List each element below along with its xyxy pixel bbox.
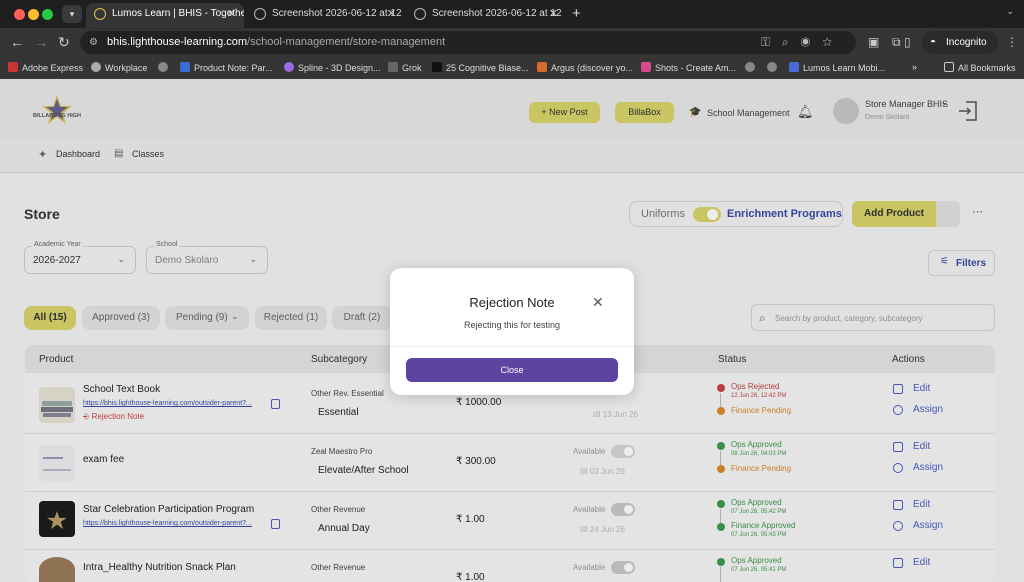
puzzle-icon[interactable]: ⧉ — [892, 35, 901, 50]
all-bookmarks[interactable]: All Bookmarks — [944, 62, 1016, 73]
rejection-message: Rejecting this for testing — [463, 320, 561, 330]
tab-close-icon[interactable]: ✕ — [549, 3, 558, 25]
rejection-note-modal: Rejection Note ✕ Rejecting this for test… — [390, 268, 634, 395]
globe-icon — [254, 8, 266, 20]
url-path: /school-management/store-management — [247, 36, 446, 48]
bookmark-item[interactable]: Product Note: Par... — [180, 62, 273, 73]
incognito-label: Incognito — [946, 37, 987, 48]
bookmark-item[interactable]: Adobe Express — [8, 62, 83, 73]
globe-icon[interactable] — [745, 62, 759, 73]
url-host: bhis.lighthouse-learning.com — [107, 36, 248, 48]
close-icon[interactable]: ✕ — [592, 294, 604, 311]
window-minimize-button[interactable] — [28, 9, 39, 20]
incognito-indicator[interactable]: ◓ Incognito — [922, 31, 998, 54]
bookmark-item[interactable]: Spline - 3D Design... — [284, 62, 381, 73]
forward-button[interactable]: → — [34, 34, 48, 50]
bookmark-item[interactable]: Grok — [388, 62, 422, 73]
chevron-down-icon[interactable]: ⌄ — [1006, 6, 1014, 17]
site-info-icon[interactable]: ⚙ — [89, 31, 98, 54]
tab-search-button[interactable]: ▾ — [62, 5, 82, 23]
tab-close-icon[interactable]: ✕ — [227, 3, 236, 25]
modal-divider — [390, 346, 634, 347]
bookmark-item[interactable]: 25 Cognitive Biase... — [432, 62, 529, 73]
globe-icon[interactable] — [767, 62, 781, 73]
bookmark-item[interactable]: Lumos Learn Mobi... — [789, 62, 885, 73]
kebab-menu-icon[interactable]: ⋮ — [1006, 35, 1018, 49]
window-close-button[interactable] — [14, 9, 25, 20]
browser-tab-bar: ▾ Lumos Learn | BHIS - Togethe ✕ Screens… — [0, 0, 1024, 28]
window-zoom-button[interactable] — [42, 9, 53, 20]
address-bar[interactable]: ⚙ bhis.lighthouse-learning.com/school-ma… — [80, 31, 856, 54]
browser-tab-2[interactable]: Screenshot 2026-06-12 at 12 ✕ — [246, 3, 404, 28]
incognito-icon: ◓ — [930, 37, 937, 48]
bookmarks-bar: Adobe Express Workplace Product Note: Pa… — [0, 57, 1024, 79]
browser-toolbar: ← → ↻ ⚙ bhis.lighthouse-learning.com/sch… — [0, 28, 1024, 57]
close-button[interactable]: Close — [406, 358, 618, 382]
sidebar-icon[interactable]: ▯ — [904, 35, 911, 49]
bookmark-item[interactable]: Shots - Create Am... — [641, 62, 736, 73]
globe-icon — [414, 8, 426, 20]
tab-close-icon[interactable]: ✕ — [387, 3, 396, 25]
bookmark-item[interactable]: Workplace — [91, 62, 147, 73]
back-button[interactable]: ← — [10, 34, 24, 50]
new-tab-button[interactable]: + — [572, 5, 581, 22]
browser-tab-3[interactable]: Screenshot 2026-06-12 at 12 ✕ — [406, 3, 566, 28]
tab-title: Lumos Learn | BHIS - Togethe — [112, 8, 244, 19]
tab-favicon-icon — [94, 8, 106, 20]
reload-button[interactable]: ↻ — [58, 34, 70, 50]
more-bookmarks-icon[interactable]: » — [912, 62, 917, 72]
tab-title: Screenshot 2026-06-12 at 12 — [432, 8, 562, 19]
extension-icon[interactable]: ▣ — [868, 35, 879, 49]
bookmark-item[interactable]: Argus (discover yo... — [537, 62, 633, 73]
address-bar-icons[interactable]: ⚿⌕◉☆ — [761, 31, 844, 54]
tab-title: Screenshot 2026-06-12 at 12 — [272, 8, 402, 19]
globe-icon[interactable] — [158, 62, 172, 73]
browser-tab-1[interactable]: Lumos Learn | BHIS - Togethe ✕ — [86, 3, 244, 28]
